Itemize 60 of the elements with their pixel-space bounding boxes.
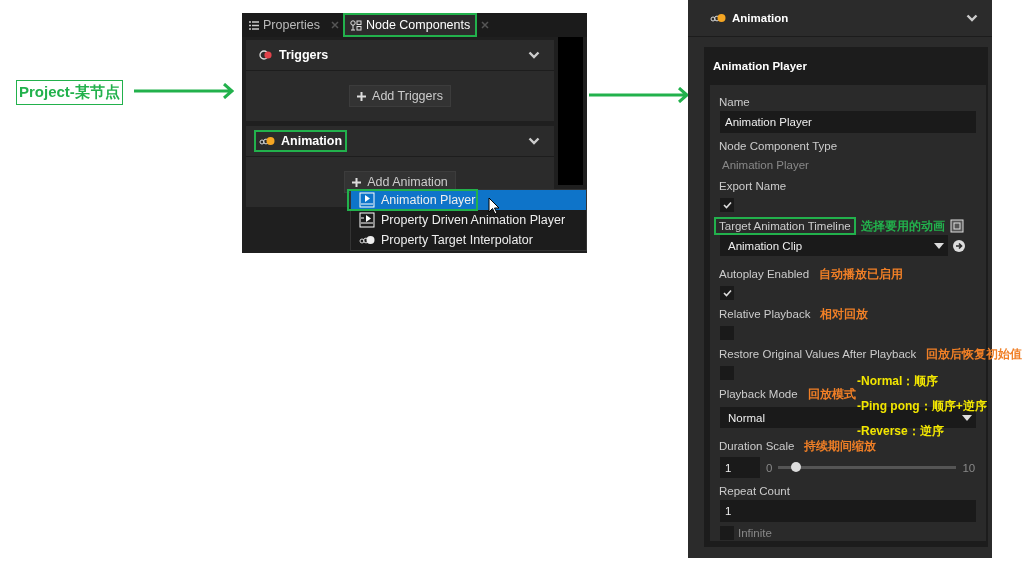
close-icon [481,21,490,29]
annotation-note: 选择要用的动画 [860,217,945,235]
field-label: Target Animation Timeline [714,217,856,235]
annotation-note: 相对回放 [820,305,869,323]
chevron-icon [966,14,978,22]
annotation-label: Project-某节点 [16,80,123,105]
field-label: Autoplay Enabled [718,267,811,282]
section-header[interactable]: Animation [254,130,348,152]
tab[interactable]: Node Components [343,13,478,37]
field-value: Animation Player [721,158,810,173]
tab[interactable]: Properties [242,13,327,37]
frame-icon [949,219,964,233]
animation-icon [259,136,275,146]
trigger-icon [259,50,273,60]
reset-icon [952,238,966,253]
interpolator-icon [359,235,375,245]
checkbox[interactable] [720,286,734,300]
number-field[interactable]: 1 [720,457,760,478]
field-label: Relative Playback [718,307,812,322]
section-title: Animation [732,12,789,24]
check-icon [722,201,732,209]
field-label: Repeat Count [718,484,791,499]
slider-min: 0 [766,461,773,474]
player-icon [359,192,375,208]
field-label: Duration Scale [718,439,796,454]
menu-item[interactable]: Property Target Interpolator [351,230,586,250]
plus-icon [357,91,367,101]
close-icon [331,21,339,29]
card-title: Animation Player [712,59,808,74]
menu-item[interactable]: Property Driven Animation Player [351,210,586,230]
section-header[interactable]: Triggers [254,44,334,66]
list-icon [249,20,259,30]
plus-icon [352,177,362,187]
components-icon [350,19,362,31]
annotation-note: 持续期间缩放 [804,437,877,455]
checkbox-label: Infinite [738,527,772,539]
field-label: Export Name [718,179,788,194]
annotation-note: -Normal：顺序 [857,374,939,388]
text-field[interactable]: Animation Player [720,111,976,133]
cursor-icon [488,197,500,215]
annotation-note: 回放模式 [807,385,856,403]
annotation-note: 自动播放已启用 [819,265,904,283]
checkbox[interactable] [720,198,734,212]
field-label: Node Component Type [718,139,839,154]
animation-icon [710,13,726,23]
number-field[interactable]: 1 [720,500,976,522]
field-label: Restore Original Values After Playback [718,347,918,362]
chevron-icon [528,51,540,59]
menu-item[interactable]: Animation Player [351,190,586,210]
caret-icon [962,414,972,421]
chevron-icon [528,137,540,145]
slider-max: 10 [962,461,976,474]
field-label: Name [718,95,751,110]
player-icon [359,212,375,228]
check-icon [722,289,732,297]
caret-icon [934,242,944,249]
field-label: Playback Mode [718,387,799,402]
slider-thumb[interactable] [791,462,802,472]
dropdown[interactable]: Animation Clip [720,235,948,256]
add-button[interactable]: Add Triggers [349,85,451,107]
